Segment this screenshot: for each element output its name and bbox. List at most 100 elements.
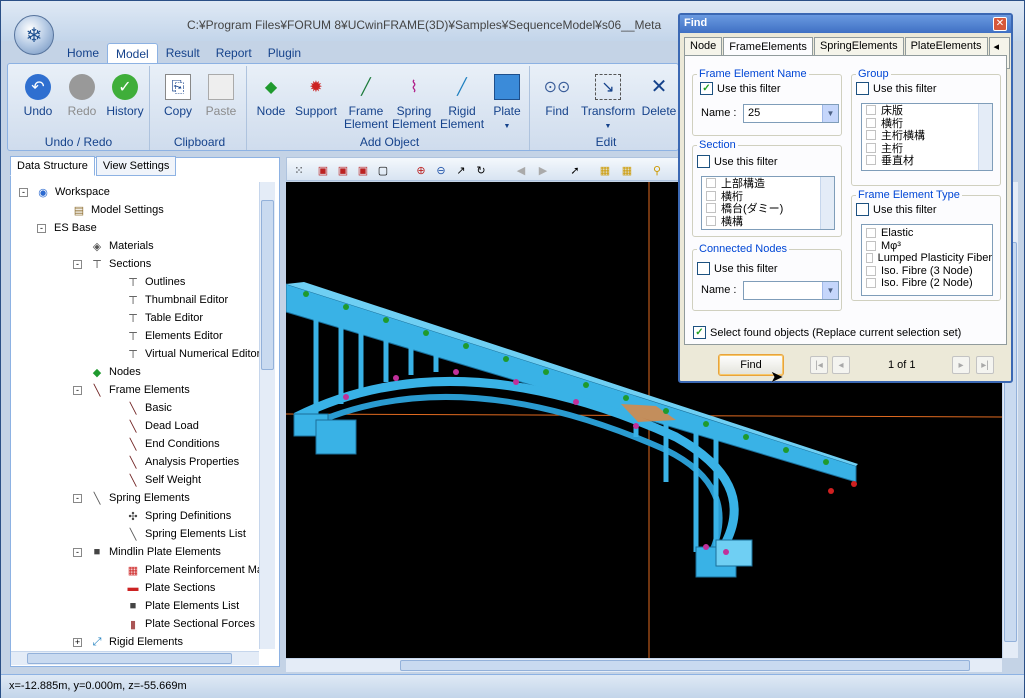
connected-name-combo[interactable]: ▼ — [743, 281, 839, 300]
find-ribbon-button[interactable]: ⊙⊙ Find — [539, 74, 575, 118]
tree-vertical-scrollbar[interactable] — [259, 182, 275, 649]
tree-item[interactable]: ⊤ Outlines — [109, 273, 185, 291]
tree-item[interactable]: ╲ Dead Load — [109, 417, 199, 435]
support-button[interactable]: ✹ Support — [294, 74, 338, 118]
expand-icon[interactable]: + — [73, 637, 82, 647]
section-list-scrollbar[interactable] — [820, 177, 834, 229]
last-page-button[interactable]: ▸| — [976, 356, 994, 374]
tree-item[interactable]: ⊤ Elements Editor — [109, 327, 222, 345]
tree-item[interactable]: ▮ Plate Sectional Forces — [109, 615, 255, 633]
section-filter-checkbox[interactable]: Use this filter — [697, 155, 778, 168]
lasso-select-icon[interactable]: ▦ — [619, 162, 635, 178]
delete-button[interactable]: ✕ Delete — [639, 74, 679, 118]
tree-item[interactable]: ▤ Model Settings — [55, 201, 164, 219]
tree-item[interactable]: ▦ Plate Reinforcement Materials — [109, 561, 259, 579]
redo-button[interactable]: Redo — [64, 74, 100, 118]
zoom-out-icon[interactable]: ⊖ — [433, 162, 449, 178]
group-filter-checkbox[interactable]: Use this filter — [856, 82, 937, 95]
viewport-hscroll-thumb[interactable] — [400, 660, 970, 671]
list-item[interactable]: 横構 — [702, 215, 834, 228]
tree-hscroll-thumb[interactable] — [27, 653, 232, 664]
next-page-button[interactable]: ▸ — [952, 356, 970, 374]
prev-page-button[interactable]: ◂ — [832, 356, 850, 374]
box-select-icon[interactable]: ▦ — [597, 162, 613, 178]
tree-item[interactable]: - ⊤ Sections — [73, 255, 151, 273]
viewport-horizontal-scrollbar[interactable] — [286, 658, 1002, 672]
tree-item[interactable]: ◈ Materials — [73, 237, 154, 255]
tree-item[interactable]: ⊤ Table Editor — [109, 309, 203, 327]
tree-item[interactable]: ╲ Spring Elements List — [109, 525, 246, 543]
tree-item[interactable]: ╲ Analysis Properties — [109, 453, 239, 471]
group-list-scrollbar[interactable] — [978, 104, 992, 170]
list-item[interactable]: Iso. Fibre (3 Node) — [862, 265, 992, 278]
undo-button[interactable]: ↶ Undo — [20, 74, 56, 118]
tab-view-settings[interactable]: View Settings — [95, 156, 177, 176]
tab-model[interactable]: Model — [107, 43, 158, 63]
view-cube-side-icon[interactable]: ▣ — [355, 162, 371, 178]
group-list[interactable]: 床版 横桁 主桁横構 主桁 垂直材 — [861, 103, 993, 171]
collapse-icon[interactable]: - — [73, 493, 82, 503]
collapse-icon[interactable]: - — [19, 187, 28, 197]
list-item[interactable]: Lumped Plasticity Fiber — [862, 252, 992, 265]
tree-item[interactable]: - ╲ Spring Elements — [73, 489, 190, 507]
chevron-down-icon[interactable]: ▼ — [822, 282, 838, 299]
list-item[interactable]: 垂直材 — [862, 154, 992, 167]
frame-element-button[interactable]: ╱ Frame Element — [344, 74, 388, 131]
collapse-icon[interactable]: - — [73, 547, 82, 557]
collapse-icon[interactable]: - — [73, 259, 82, 269]
app-menu-button[interactable]: ❄ — [14, 15, 54, 55]
collapse-icon[interactable]: - — [37, 223, 46, 233]
frame-name-combo[interactable]: 25 ▼ — [743, 104, 839, 123]
tree-item[interactable]: ▬ Plate Sections — [109, 579, 216, 597]
tree-item[interactable]: ✣ Spring Definitions — [109, 507, 231, 525]
zoom-window-icon[interactable]: ⊕ — [413, 162, 429, 178]
select-all-icon[interactable]: ⁙ — [291, 162, 307, 178]
frame-type-filter-checkbox[interactable]: Use this filter — [856, 203, 937, 216]
tree-item[interactable]: ╲ Basic — [109, 399, 172, 417]
list-item[interactable]: Elastic — [862, 227, 992, 240]
tree-item[interactable]: - ◉ Workspace — [19, 183, 110, 201]
first-page-button[interactable]: |◂ — [810, 356, 828, 374]
tree-item[interactable]: + ⤢ Rigid Elements — [73, 633, 183, 649]
tree-item[interactable]: ⊤ Virtual Numerical Editor — [109, 345, 259, 363]
tree-item[interactable]: - ╲ Frame Elements — [73, 381, 190, 399]
list-item[interactable]: Mφ³ — [862, 240, 992, 253]
section-list[interactable]: 上部構造 横桁 橋台(ダミー) 横構 — [701, 176, 835, 230]
pan-icon[interactable]: ↗ — [453, 162, 469, 178]
view-cube-iso-icon[interactable]: ▣ — [315, 162, 331, 178]
tree-item[interactable]: ╲ End Conditions — [109, 435, 220, 453]
select-found-checkbox[interactable]: ✓ Select found objects (Replace current s… — [693, 326, 961, 339]
chevron-down-icon[interactable]: ▼ — [822, 105, 838, 122]
tab-report[interactable]: Report — [208, 43, 260, 63]
view-cube-front-icon[interactable]: ▣ — [335, 162, 351, 178]
close-icon[interactable]: ✕ — [993, 17, 1007, 31]
back-icon[interactable]: ◀ — [513, 162, 529, 178]
tree-item[interactable]: - ■ Mindlin Plate Elements — [73, 543, 221, 561]
tree-item[interactable]: ■ Plate Elements List — [109, 597, 239, 615]
copy-button[interactable]: ⎘ Copy — [161, 74, 195, 118]
collapse-icon[interactable]: - — [73, 385, 82, 395]
tree-item[interactable]: ⊤ Thumbnail Editor — [109, 291, 228, 309]
spring-element-button[interactable]: ⌇ Spring Element — [392, 74, 436, 131]
list-item[interactable]: Iso. Fibre (2 Node) — [862, 277, 992, 290]
node-button[interactable]: ◆ Node — [256, 74, 286, 118]
search-icon[interactable]: ⚲ — [649, 162, 665, 178]
connected-nodes-filter-checkbox[interactable]: Use this filter — [697, 262, 778, 275]
view-cube-top-icon[interactable]: ▢ — [375, 162, 391, 178]
tab-plugin[interactable]: Plugin — [260, 43, 309, 63]
tree-horizontal-scrollbar[interactable] — [11, 651, 259, 665]
rigid-element-button[interactable]: ╱ Rigid Element — [440, 74, 484, 131]
tree-scroll-thumb[interactable] — [261, 200, 274, 370]
tab-result[interactable]: Result — [158, 43, 208, 63]
plate-button[interactable]: Plate ▼ — [490, 74, 524, 133]
forward-icon[interactable]: ▶ — [535, 162, 551, 178]
pointer-icon[interactable]: ➚ — [567, 162, 583, 178]
tree-item[interactable]: ╲ Self Weight — [109, 471, 201, 489]
frame-type-list[interactable]: Elastic Mφ³ Lumped Plasticity Fiber Iso.… — [861, 224, 993, 296]
history-button[interactable]: ✓ History — [104, 74, 146, 118]
transform-button[interactable]: ↘ Transform ▼ — [581, 74, 635, 133]
tab-home[interactable]: Home — [59, 43, 107, 63]
tree-item[interactable]: ◆ Nodes — [73, 363, 141, 381]
rotate-icon[interactable]: ↻ — [473, 162, 489, 178]
paste-button[interactable]: Paste — [203, 74, 239, 118]
